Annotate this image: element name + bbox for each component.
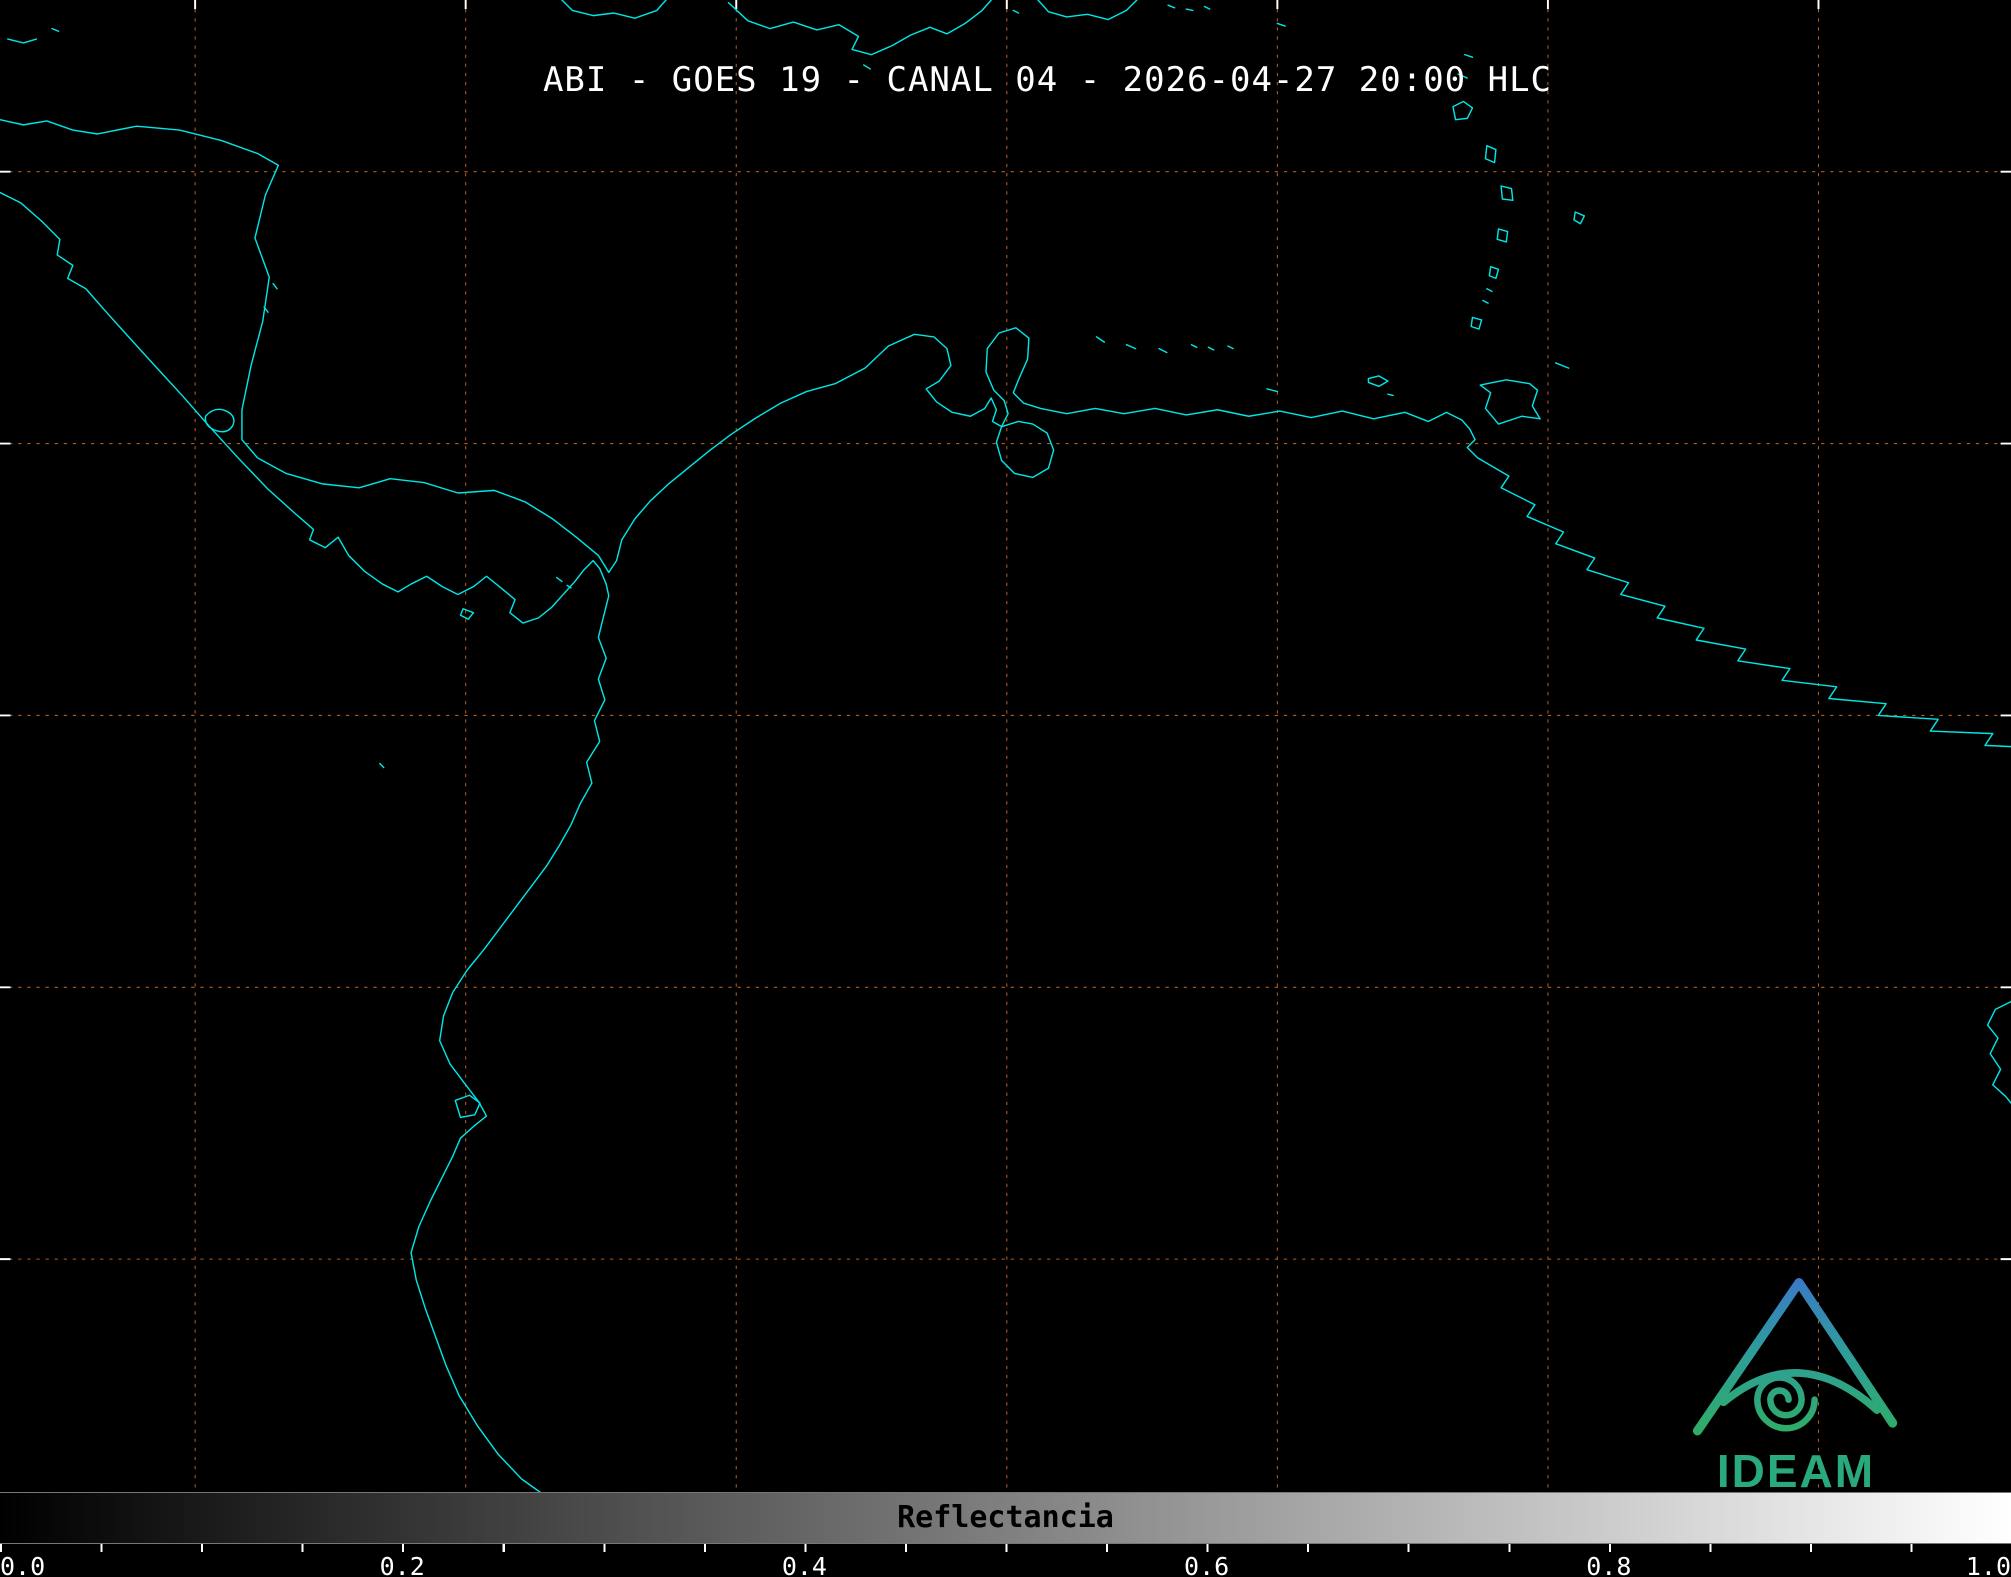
coastlines — [0, 0, 2011, 1492]
colorbar-tick-label: 0.6 — [1184, 1552, 1230, 1577]
colorbar-tick-label: 0.2 — [379, 1552, 425, 1577]
satellite-image: ABI - GOES 19 - CANAL 04 - 2026-04-27 20… — [0, 0, 2011, 1577]
coastline-brazil-fragment — [1986, 1000, 2011, 1104]
colorbar-tick-label: 1.0 — [1965, 1552, 2011, 1577]
axis-ticks — [0, 0, 2011, 1261]
coastline-hispaniola — [727, 0, 992, 56]
coastline-caribbean-mainland — [0, 118, 2011, 748]
map-canvas — [0, 0, 2011, 1492]
reflectance-colorbar: Reflectancia — [0, 1492, 2011, 1544]
ideam-logo-graphic — [1692, 1278, 1898, 1436]
coastline-jamaica — [561, 0, 667, 19]
cyclone-spiral-icon — [1754, 1374, 1818, 1432]
islands-caribbean-small — [7, 4, 1286, 313]
lake-nicaragua-outline — [204, 408, 235, 433]
islands-pacific-small — [379, 576, 572, 1119]
colorbar-label: Reflectancia — [897, 1500, 1114, 1535]
image-title: ABI - GOES 19 - CANAL 04 - 2026-04-27 20… — [542, 60, 1553, 100]
graticule-horizontal-lines — [0, 171, 2011, 1260]
colorbar-tick-labels: 0.0 0.2 0.4 0.6 0.8 1.0 — [0, 1552, 2011, 1577]
graticule — [0, 0, 2011, 1492]
colorbar-tick-label: 0.8 — [1586, 1552, 1632, 1577]
ideam-logo-text: IDEAM — [1716, 1445, 1876, 1497]
islands-lesser-antilles — [1452, 53, 1586, 369]
colorbar-tick-label: 0.0 — [0, 1552, 46, 1577]
islands-venezuela-offshore — [1095, 336, 1394, 397]
colorbar-tick-label: 0.4 — [781, 1552, 827, 1577]
graticule-vertical-lines — [194, 0, 1820, 1492]
colorbar-tick-marks — [0, 1544, 2011, 1552]
coastline-puerto-rico — [1037, 0, 1138, 21]
island-trinidad — [1479, 379, 1541, 425]
coastline-pacific-mainland — [0, 191, 610, 1492]
